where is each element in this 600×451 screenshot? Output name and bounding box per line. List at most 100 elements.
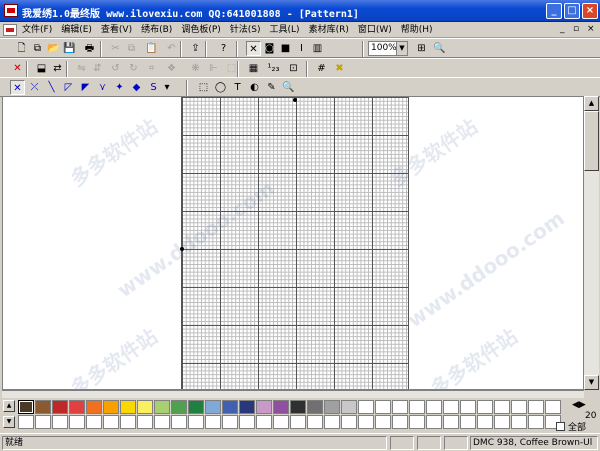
app-icon[interactable] xyxy=(4,4,18,17)
palette-swatch[interactable] xyxy=(69,400,85,414)
chevron-down-icon[interactable]: ▾ xyxy=(162,80,172,95)
palette-empty-slot[interactable] xyxy=(494,415,510,429)
mdi-restore-button[interactable]: ▫ xyxy=(573,24,579,34)
horizontal-scrollbar[interactable] xyxy=(2,390,584,398)
crop-icon[interactable]: ⌗ xyxy=(144,61,159,76)
cross-mark-icon[interactable]: ✖ xyxy=(332,61,347,76)
palette-empty-slot[interactable] xyxy=(409,400,425,414)
vertical-scrollbar[interactable]: ▲ ▼ xyxy=(584,96,599,390)
swap-colors-icon[interactable]: ⇄ xyxy=(50,61,65,76)
close-button[interactable]: × xyxy=(582,3,598,19)
menu-item[interactable]: 查看(V) xyxy=(101,24,132,36)
document-icon[interactable] xyxy=(3,24,17,36)
realistic-view-icon[interactable]: ▥ xyxy=(310,41,325,56)
palette-swatch[interactable] xyxy=(35,400,51,414)
new-icon[interactable]: 🗋 xyxy=(14,41,29,56)
palette-empty-slot[interactable] xyxy=(205,415,221,429)
align-icon[interactable]: ⊩ xyxy=(206,61,221,76)
palette-empty-slot[interactable] xyxy=(290,415,306,429)
palette-empty-slot[interactable] xyxy=(494,400,510,414)
palette-empty-slot[interactable] xyxy=(171,415,187,429)
half-cross-icon[interactable]: ⤫ xyxy=(27,80,42,95)
palette-empty-slot[interactable] xyxy=(375,400,391,414)
palette-empty-slot[interactable] xyxy=(392,400,408,414)
palette-empty-slot[interactable] xyxy=(188,415,204,429)
palette-empty-slot[interactable] xyxy=(307,415,323,429)
palette-prev-button[interactable]: ◀ xyxy=(572,400,579,410)
flip-vertical-icon[interactable]: ⇵ xyxy=(90,61,105,76)
menu-item[interactable]: 编辑(E) xyxy=(61,24,92,36)
transform-icon[interactable]: ❖ xyxy=(164,61,179,76)
menu-item[interactable]: 调色板(P) xyxy=(181,24,220,36)
menu-item[interactable]: 针法(S) xyxy=(230,24,261,36)
rotate-right-icon[interactable]: ↻ xyxy=(126,61,141,76)
palette-empty-slot[interactable] xyxy=(222,415,238,429)
palette-icon[interactable]: ▦ xyxy=(246,61,261,76)
menu-item[interactable]: 文件(F) xyxy=(22,24,52,36)
minimize-button[interactable]: _ xyxy=(546,3,562,19)
cross-stitch-view-icon[interactable]: ✕ xyxy=(246,41,261,56)
quarter-stitch-icon[interactable]: ◸ xyxy=(61,80,76,95)
text-view-icon[interactable]: I xyxy=(294,41,309,56)
palette-empty-slot[interactable] xyxy=(477,400,493,414)
menu-item[interactable]: 素材库(R) xyxy=(309,24,349,36)
palette-empty-slot[interactable] xyxy=(528,400,544,414)
full-stitch-icon[interactable]: ✕ xyxy=(10,80,25,95)
checkbox-box[interactable] xyxy=(556,422,565,431)
palette-swatch[interactable] xyxy=(256,400,272,414)
paste-icon[interactable]: 📋 xyxy=(144,41,159,56)
palette-empty-slot[interactable] xyxy=(52,415,68,429)
pattern-grid[interactable] xyxy=(181,97,409,389)
palette-empty-slot[interactable] xyxy=(256,415,272,429)
bead-icon[interactable]: ◆ xyxy=(129,80,144,95)
menu-item[interactable]: 窗口(W) xyxy=(358,24,392,36)
copy-disabled-icon[interactable]: ⧉ xyxy=(124,41,139,56)
mdi-close-button[interactable]: × xyxy=(587,24,595,34)
scroll-up-button[interactable]: ▲ xyxy=(584,96,599,111)
palette-swatch[interactable] xyxy=(273,400,289,414)
palette-swatch[interactable] xyxy=(205,400,221,414)
palette-empty-slot[interactable] xyxy=(137,415,153,429)
pattern-canvas[interactable]: 多多软件站 www.ddooo.com 多多软件站 www.ddooo.com … xyxy=(2,96,584,390)
palette-empty-slot[interactable] xyxy=(443,415,459,429)
undo-icon[interactable]: ↶ xyxy=(164,41,179,56)
numbering-icon[interactable]: ¹₂₃ xyxy=(266,61,281,76)
backstitch-icon[interactable]: ⋎ xyxy=(95,80,110,95)
magnifier-icon[interactable]: 🔍 xyxy=(281,80,296,95)
palette-empty-slot[interactable] xyxy=(358,415,374,429)
palette-empty-slot[interactable] xyxy=(273,415,289,429)
symbol-view-icon[interactable]: ◙ xyxy=(262,41,277,56)
palette-empty-slot[interactable] xyxy=(69,415,85,429)
palette-empty-slot[interactable] xyxy=(35,415,51,429)
palette-swatch[interactable] xyxy=(324,400,340,414)
select-rect-icon[interactable]: ⬚ xyxy=(196,80,211,95)
menu-item[interactable]: 工具(L) xyxy=(270,24,300,36)
flip-horizontal-icon[interactable]: ⇋ xyxy=(74,61,89,76)
grid-settings-icon[interactable]: ⊡ xyxy=(286,61,301,76)
chevron-down-icon[interactable]: ▼ xyxy=(396,42,407,55)
cut-icon[interactable]: ✂ xyxy=(108,41,123,56)
palette-swatch[interactable] xyxy=(103,400,119,414)
palette-empty-slot[interactable] xyxy=(154,415,170,429)
palette-swatch[interactable] xyxy=(137,400,153,414)
palette-empty-slot[interactable] xyxy=(511,400,527,414)
palette-swatch[interactable] xyxy=(171,400,187,414)
palette-empty-slot[interactable] xyxy=(409,415,425,429)
palette-swatch[interactable] xyxy=(18,400,34,414)
palette-empty-slot[interactable] xyxy=(341,415,357,429)
palette-empty-slot[interactable] xyxy=(460,415,476,429)
palette-empty-slot[interactable] xyxy=(103,415,119,429)
palette-swatch[interactable] xyxy=(341,400,357,414)
delete-icon[interactable]: ✕ xyxy=(10,61,25,76)
scrollbar-thumb[interactable] xyxy=(584,111,599,171)
palette-empty-slot[interactable] xyxy=(511,415,527,429)
zoom-dropdown[interactable]: 100% ▼ xyxy=(368,41,408,56)
menu-item[interactable]: 帮助(H) xyxy=(401,24,433,36)
three-quarter-stitch-icon[interactable]: ◤ xyxy=(78,80,93,95)
fill-tool-icon[interactable]: ◐ xyxy=(247,80,262,95)
grid-lines-icon[interactable]: # xyxy=(314,61,329,76)
copy-icon[interactable]: ⧉ xyxy=(30,41,45,56)
palette-empty-slot[interactable] xyxy=(426,400,442,414)
half-stitch-icon[interactable]: ╲ xyxy=(44,80,59,95)
zoom-tool-icon[interactable]: 🔍 xyxy=(432,41,447,56)
